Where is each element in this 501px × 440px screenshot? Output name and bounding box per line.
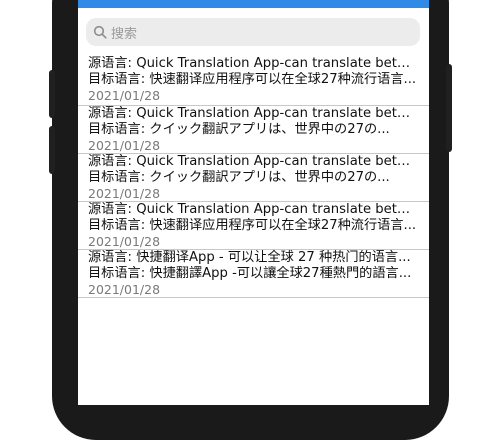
app-screen: 搜索 源语言: Quick Translation App-can transl… (78, 0, 429, 405)
list-item[interactable]: 源语言: Quick Translation App-can translate… (78, 56, 429, 106)
list-item[interactable]: 源语言: Quick Translation App-can translate… (78, 202, 429, 250)
source-text: 源语言: Quick Translation App-can translate… (88, 56, 419, 71)
list-item[interactable]: 源语言: Quick Translation App-can translate… (78, 106, 429, 154)
volume-down-button (49, 126, 55, 174)
item-date: 2021/01/28 (88, 186, 161, 201)
item-date: 2021/01/28 (88, 138, 161, 153)
search-icon (92, 25, 107, 40)
volume-up-button (49, 70, 55, 118)
target-text: 目标语言: クイック翻訳アプリは、世界中の27の... (88, 122, 390, 137)
source-text: 源语言: Quick Translation App-can translate… (88, 154, 419, 169)
target-text: 目标语言: 快捷翻譯App -可以讓全球27種熱門的語言... (88, 266, 412, 281)
item-date: 2021/01/28 (88, 234, 161, 249)
navigation-bar (78, 0, 429, 8)
source-text: 源语言: Quick Translation App-can translate… (88, 202, 419, 217)
source-text: 源语言: Quick Translation App-can translate… (88, 106, 419, 121)
target-text: 目标语言: クイック翻訳アプリは、世界中の27の... (88, 170, 390, 185)
source-text: 源语言: 快捷翻译App - 可以让全球 27 种热门的语言... (88, 250, 411, 265)
power-button (446, 64, 452, 152)
item-date: 2021/01/28 (88, 282, 161, 297)
search-input[interactable]: 搜索 (111, 23, 137, 42)
list-item[interactable]: 源语言: 快捷翻译App - 可以让全球 27 种热门的语言... 目标语言: … (78, 250, 429, 298)
history-list: 源语言: Quick Translation App-can translate… (78, 56, 429, 298)
item-date: 2021/01/28 (88, 88, 161, 103)
target-text: 目标语言: 快速翻译应用程序可以在全球27种流行语言... (88, 72, 417, 87)
search-bar[interactable]: 搜索 (86, 18, 420, 46)
list-item[interactable]: 源语言: Quick Translation App-can translate… (78, 154, 429, 202)
target-text: 目标语言: 快速翻译应用程序可以在全球27种流行语言... (88, 218, 417, 233)
